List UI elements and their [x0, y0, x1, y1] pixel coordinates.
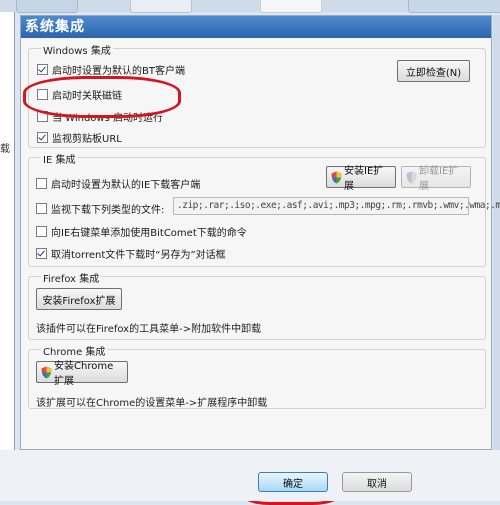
top-strip: [0, 0, 500, 13]
install-firefox-extension-button[interactable]: 安装Firefox扩展: [36, 288, 122, 310]
button-label: 卸载IE扩展: [419, 166, 459, 192]
checkbox[interactable]: [37, 64, 48, 75]
tab[interactable]: [16, 0, 78, 13]
install-chrome-extension-button[interactable]: 安装Chrome扩展: [36, 361, 128, 387]
checkbox[interactable]: [37, 132, 48, 143]
option-label: 启动时设置为默认的BT客户端: [52, 66, 185, 77]
checkbox[interactable]: [36, 248, 47, 259]
checkbox[interactable]: [37, 111, 48, 122]
window-edge: [493, 15, 500, 450]
monitor-file-types-option[interactable]: 监视下载下列类型的文件:: [36, 201, 164, 216]
default-bt-client-option[interactable]: 启动时设置为默认的BT客户端: [37, 62, 185, 77]
file-types-field[interactable]: .zip;.rar;.iso;.exe;.asf;.avi;.mp3;.mpg;…: [173, 197, 500, 215]
option-label: 监视下载下列类型的文件:: [51, 205, 165, 216]
button-label: 安装IE扩展: [344, 166, 384, 192]
group-label: Windows 集成: [41, 42, 113, 57]
option-label: 启动时关联磁链: [52, 91, 122, 102]
navigation-pane[interactable]: 载: [0, 12, 15, 450]
group-label: IE 集成: [41, 151, 78, 166]
shield-icon: [41, 366, 52, 378]
navigation-item-label: 载: [0, 144, 10, 155]
chrome-note: 该扩展可以在Chrome的设置菜单->扩展程序中卸载: [36, 398, 268, 409]
tab[interactable]: [130, 0, 192, 13]
option-label: 向IE右键菜单添加使用BitComet下载的命令: [51, 228, 247, 239]
tab[interactable]: [260, 0, 322, 13]
ok-button[interactable]: 确定: [258, 472, 328, 492]
group-label: Chrome 集成: [41, 343, 108, 358]
group-label: Firefox 集成: [41, 270, 102, 285]
ie-context-menu-option[interactable]: 向IE右键菜单添加使用BitComet下载的命令: [36, 224, 247, 239]
option-label: 启动时设置为默认的IE下载客户端: [51, 180, 201, 191]
uninstall-ie-extension-button[interactable]: 卸载IE扩展: [401, 166, 471, 192]
run-on-startup-option[interactable]: 当 Windows 启动时运行: [37, 109, 163, 124]
cancel-button[interactable]: 取消: [342, 472, 412, 492]
install-ie-extension-button[interactable]: 安装IE扩展: [326, 166, 396, 192]
checkbox[interactable]: [37, 89, 48, 100]
associate-magnet-option[interactable]: 启动时关联磁链: [37, 87, 122, 102]
windows-integration-group: Windows 集成 启动时设置为默认的BT客户端 启动时关联磁链 当 Wind…: [28, 42, 486, 148]
default-ie-client-option[interactable]: 启动时设置为默认的IE下载客户端: [36, 176, 200, 191]
tab[interactable]: [408, 0, 500, 13]
dialog-footer: [0, 450, 500, 501]
option-label: 当 Windows 启动时运行: [52, 113, 163, 124]
option-label: 取消torrent文件下载时“另存为”对话框: [51, 250, 226, 261]
check-now-button[interactable]: 立即检查(N): [397, 60, 470, 82]
checkbox[interactable]: [36, 178, 47, 189]
firefox-note: 该插件可以在Firefox的工具菜单->附加软件中卸载: [36, 324, 262, 335]
shield-icon: [406, 171, 417, 183]
shield-icon: [331, 171, 342, 183]
monitor-clipboard-option[interactable]: 监视剪贴板URL: [37, 130, 122, 145]
button-label: 安装Chrome扩展: [54, 361, 114, 387]
cancel-save-as-dialog-option[interactable]: 取消torrent文件下载时“另存为”对话框: [36, 246, 226, 261]
settings-panel: 系统集成 Windows 集成 启动时设置为默认的BT客户端 启动时关联磁链 当…: [20, 15, 500, 450]
checkbox[interactable]: [36, 203, 47, 214]
panel-title: 系统集成: [21, 16, 491, 38]
option-label: 监视剪贴板URL: [52, 134, 122, 145]
checkbox[interactable]: [36, 226, 47, 237]
